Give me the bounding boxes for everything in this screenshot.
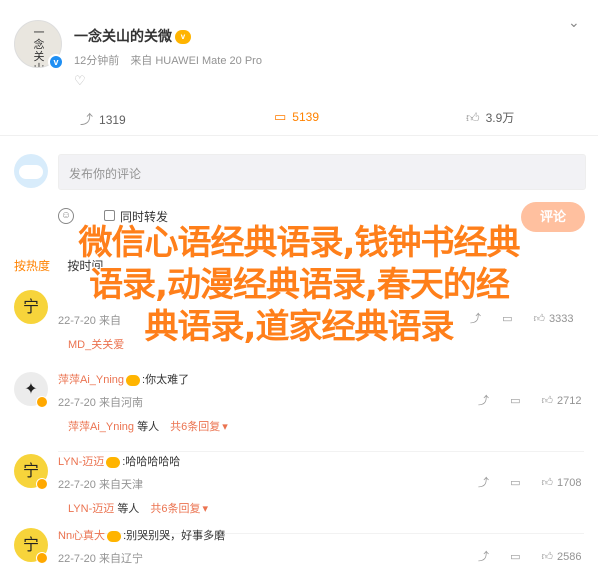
comment-body: :哈哈哈哈哈 bbox=[122, 456, 181, 468]
share-count: 1319 bbox=[99, 113, 126, 127]
caret-down-icon: ▾ bbox=[222, 421, 228, 433]
share-button[interactable]: ⤴ 1319 bbox=[80, 109, 126, 128]
comment-input[interactable]: 发布你的评论 bbox=[58, 154, 586, 190]
commenter-name[interactable]: Nn心真大 bbox=[58, 530, 105, 542]
thumbs-up-icon[interactable]: 👍︎ bbox=[542, 395, 554, 407]
comment-actions: ⤴ ▭ 👍︎ 2712 bbox=[478, 392, 582, 408]
caret-down-icon: ▾ bbox=[202, 503, 209, 515]
post-source: 来自 HUAWEI Mate 20 Pro bbox=[130, 55, 262, 67]
post-meta: 12分钟前 来自 HUAWEI Mate 20 Pro bbox=[74, 52, 270, 68]
overlay-line-1: 微信心语经典语录,钱钟书经典 bbox=[78, 223, 521, 263]
like-button[interactable]: 👍︎ 3.9万 bbox=[466, 109, 514, 126]
comment-body: :别哭别哭，好事多磨 bbox=[123, 530, 226, 542]
author-name-text[interactable]: 一念关山的关微 bbox=[74, 28, 172, 44]
reply-text: 等人 bbox=[137, 421, 160, 433]
thumbs-up-icon[interactable]: 👍︎ bbox=[542, 551, 554, 563]
comment-body: :你太难了 bbox=[142, 374, 190, 386]
comment-icon: ▭ bbox=[274, 109, 287, 124]
repost-checkbox[interactable] bbox=[104, 210, 115, 221]
comment-button[interactable]: ▭ 5139 bbox=[274, 109, 319, 125]
reply-summary[interactable]: LYN-迈迈 等人 共6条回复 ▾ bbox=[68, 500, 208, 516]
reply-summary[interactable]: 萍萍Ai_Yning 等人 共6条回复 ▾ bbox=[68, 418, 228, 434]
share-icon: ⤴ bbox=[80, 112, 94, 127]
comment-likes: 2712 bbox=[557, 395, 582, 407]
share-icon[interactable]: ⤴ bbox=[478, 395, 489, 407]
comment-likes: 1708 bbox=[557, 477, 582, 489]
avatar-calligraphy: 一念关山 bbox=[33, 26, 45, 68]
vip-icon bbox=[36, 396, 48, 408]
reply-user[interactable]: 萍萍Ai_Yning bbox=[68, 421, 134, 433]
vip-icon bbox=[107, 530, 122, 542]
comment-icon[interactable]: ▭ bbox=[510, 395, 520, 407]
vip-icon bbox=[36, 478, 48, 490]
vip-icon: v bbox=[175, 30, 191, 45]
reply-user[interactable]: LYN-迈迈 bbox=[68, 503, 114, 515]
share-icon[interactable]: ⤴ bbox=[478, 477, 489, 489]
vip-icon bbox=[36, 552, 48, 564]
post-header: 一念关山 v 一念关山的关微v 12分钟前 来自 HUAWEI Mate 20 … bbox=[0, 0, 598, 100]
overlay-headline: 微信心语经典语录,钱钟书经典 语录,动漫经典语录,春天的经 典语录,道家经典语录 bbox=[0, 222, 598, 348]
thumbs-up-icon[interactable]: 👍︎ bbox=[542, 477, 554, 489]
more-replies-link[interactable]: 共6条回复 bbox=[170, 421, 220, 433]
reply-text: 等人 bbox=[117, 503, 140, 515]
comment-icon[interactable]: ▭ bbox=[510, 551, 520, 563]
comment-actions: ⤴ ▭ 👍︎ 2586 bbox=[478, 548, 582, 564]
comment-time: 22-7-20 来自天津 bbox=[58, 479, 143, 491]
comment-time: 22-7-20 来自河南 bbox=[58, 397, 143, 409]
comment-icon[interactable]: ▭ bbox=[510, 477, 520, 489]
comment-time: 22-7-20 来自辽宁 bbox=[58, 553, 143, 565]
action-bar: ⤴ 1319 ▭ 5139 👍︎ 3.9万 bbox=[0, 100, 598, 136]
comment-text: LYN-迈迈 :哈哈哈哈哈 bbox=[58, 453, 180, 469]
thumbs-up-icon: 👍︎ bbox=[466, 110, 480, 125]
cloud-icon bbox=[19, 165, 43, 179]
overlay-line-2: 语录,动漫经典语录,春天的经 bbox=[89, 265, 510, 305]
vip-icon bbox=[106, 456, 121, 468]
author-name[interactable]: 一念关山的关微 v bbox=[74, 26, 191, 46]
comment-item: ✦ 萍萍Ai_Yning:你太难了 22-7-20 来自河南 ⤴ ▭ 👍︎ 271… bbox=[0, 366, 598, 452]
verified-badge-icon: v bbox=[48, 54, 64, 70]
like-count: 3.9万 bbox=[485, 111, 515, 125]
comment-count: 5139 bbox=[292, 110, 319, 124]
comment-item: 宁 Nn心真大:别哭别哭，好事多磨 22-7-20 来自辽宁 ⤴ ▭ 👍︎ 258… bbox=[0, 522, 598, 567]
more-replies-link[interactable]: 共6条回复 bbox=[150, 503, 200, 515]
post-time: 12分钟前 bbox=[74, 55, 120, 67]
comment-actions: ⤴ ▭ 👍︎ 1708 bbox=[478, 474, 582, 490]
commenter-name[interactable]: LYN-迈迈 bbox=[58, 456, 104, 468]
comment-text: Nn心真大 :别哭别哭，好事多磨 bbox=[58, 527, 225, 543]
favorite-icon[interactable]: ♡ bbox=[74, 74, 94, 88]
comment-text: 萍萍Ai_Yning :你太难了 bbox=[58, 371, 189, 387]
share-icon[interactable]: ⤴ bbox=[478, 551, 489, 563]
comment-likes: 2586 bbox=[557, 551, 582, 563]
chevron-down-icon[interactable]: ⌄ bbox=[568, 14, 580, 31]
commenter-name[interactable]: 萍萍Ai_Yning bbox=[58, 374, 124, 386]
current-user-avatar bbox=[14, 154, 48, 188]
overlay-line-3: 典语录,道家经典语录 bbox=[144, 307, 455, 347]
vip-icon bbox=[126, 374, 141, 386]
